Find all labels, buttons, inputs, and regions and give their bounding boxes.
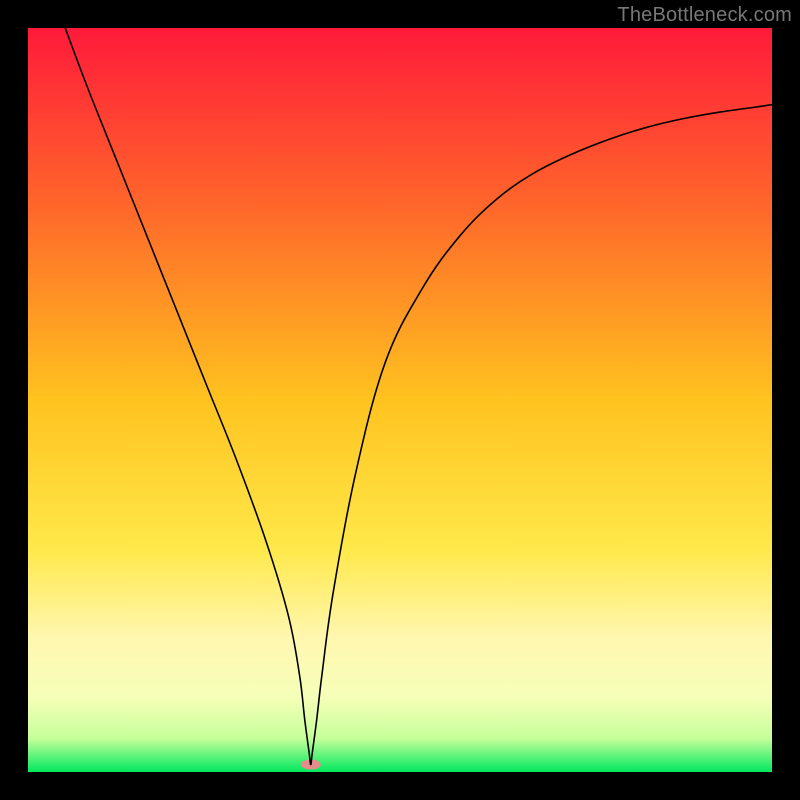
- bottleneck-chart: [28, 28, 772, 772]
- chart-frame: [28, 28, 772, 772]
- watermark-label: TheBottleneck.com: [617, 4, 792, 26]
- gradient-background: [28, 28, 772, 772]
- watermark-text: TheBottleneck.com: [617, 4, 792, 27]
